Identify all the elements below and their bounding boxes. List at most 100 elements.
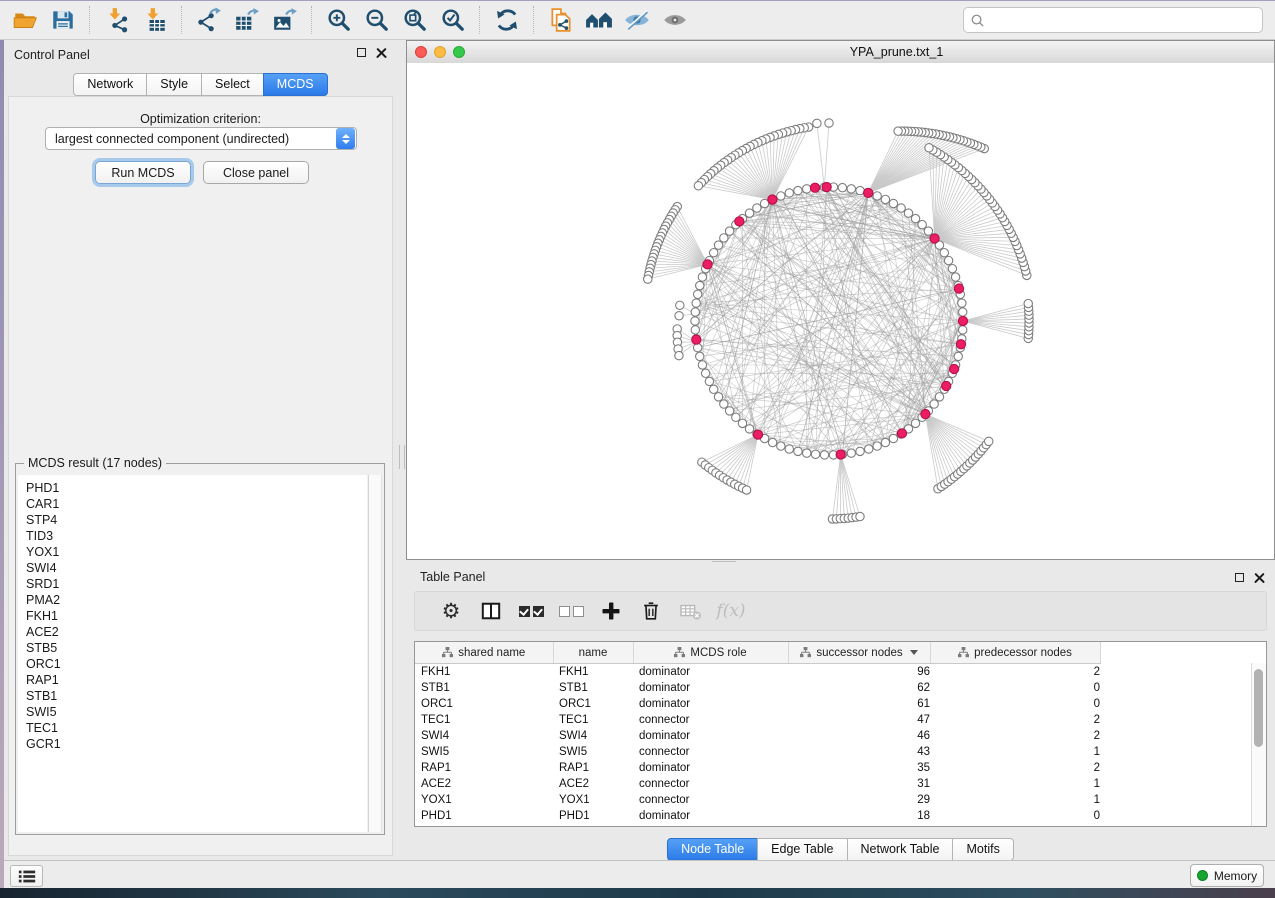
- graph-node[interactable]: [894, 127, 902, 135]
- table-row[interactable]: RAP1RAP1dominator352: [415, 760, 1266, 776]
- delete-table-button[interactable]: [671, 594, 711, 628]
- table-row[interactable]: SWI4SWI4dominator462: [415, 728, 1266, 744]
- graph-node[interactable]: [954, 352, 962, 360]
- refresh-button[interactable]: [488, 4, 526, 36]
- tab-mcds[interactable]: MCDS: [263, 73, 328, 96]
- graph-dominator-node[interactable]: [822, 182, 831, 191]
- deselect-all-button[interactable]: [551, 594, 591, 628]
- tab-network-table[interactable]: Network Table: [847, 838, 954, 861]
- graph-node[interactable]: [794, 447, 802, 455]
- tab-style[interactable]: Style: [146, 73, 202, 96]
- graph-node[interactable]: [745, 425, 753, 433]
- mcds-result-item[interactable]: FKH1: [18, 608, 367, 624]
- graph-node[interactable]: [710, 249, 718, 257]
- export-table-button[interactable]: [228, 4, 266, 36]
- graph-dominator-node[interactable]: [810, 183, 819, 192]
- graph-node[interactable]: [944, 256, 952, 264]
- graph-node[interactable]: [675, 312, 683, 320]
- table-settings-button[interactable]: ⚙: [431, 594, 471, 628]
- graph-node[interactable]: [911, 214, 919, 222]
- graph-node[interactable]: [693, 343, 701, 351]
- select-all-button[interactable]: [511, 594, 551, 628]
- graph-node[interactable]: [768, 438, 776, 446]
- graph-node[interactable]: [897, 204, 905, 212]
- column-header-shared-name[interactable]: shared name: [415, 642, 553, 664]
- tab-network[interactable]: Network: [73, 73, 147, 96]
- tab-motifs[interactable]: Motifs: [952, 838, 1013, 861]
- graph-node[interactable]: [714, 241, 722, 249]
- graph-node[interactable]: [889, 199, 897, 207]
- graph-node[interactable]: [785, 189, 793, 197]
- graph-node[interactable]: [691, 308, 699, 316]
- network-canvas[interactable]: [407, 63, 1274, 559]
- graph-node[interactable]: [753, 204, 761, 212]
- column-header-name[interactable]: name: [553, 642, 633, 664]
- graph-node[interactable]: [794, 186, 802, 194]
- graph-node[interactable]: [813, 119, 821, 127]
- tab-select[interactable]: Select: [201, 73, 264, 96]
- column-header-predecessor-nodes[interactable]: predecessor nodes: [930, 642, 1100, 664]
- close-panel-button[interactable]: Close panel: [203, 161, 309, 184]
- mcds-result-item[interactable]: PMA2: [18, 592, 367, 608]
- export-network-button[interactable]: [190, 4, 228, 36]
- table-row[interactable]: SWI5SWI5connector431: [415, 744, 1266, 760]
- float-panel-icon[interactable]: [357, 48, 366, 57]
- graph-node[interactable]: [675, 351, 683, 359]
- graph-node[interactable]: [720, 400, 728, 408]
- graph-node[interactable]: [958, 299, 966, 307]
- graph-node[interactable]: [742, 486, 750, 494]
- add-column-button[interactable]: [591, 594, 631, 628]
- mcds-result-item[interactable]: RAP1: [18, 672, 367, 688]
- graph-node[interactable]: [691, 317, 699, 325]
- zoom-fit-button[interactable]: [396, 4, 434, 36]
- table-row[interactable]: FKH1FKH1dominator962: [415, 664, 1266, 681]
- mcds-result-list[interactable]: PHD1CAR1STP4TID3YOX1SWI4SRD1PMA2FKH1ACE2…: [18, 475, 367, 832]
- graph-node[interactable]: [985, 437, 993, 445]
- tab-node-table[interactable]: Node Table: [667, 838, 758, 861]
- table-row[interactable]: YOX1YOX1connector291: [415, 792, 1266, 808]
- graph-node[interactable]: [738, 419, 746, 427]
- graph-node[interactable]: [865, 445, 873, 453]
- graph-node[interactable]: [676, 301, 684, 309]
- graph-node[interactable]: [881, 195, 889, 203]
- column-header-successor-nodes[interactable]: successor nodes: [788, 642, 930, 664]
- task-history-button[interactable]: [10, 865, 43, 887]
- graph-node[interactable]: [1024, 299, 1032, 307]
- graph-dominator-node[interactable]: [930, 234, 939, 243]
- graph-node[interactable]: [710, 385, 718, 393]
- close-window-icon[interactable]: [415, 46, 427, 58]
- table-row[interactable]: ORC1ORC1dominator610: [415, 696, 1266, 712]
- graph-node[interactable]: [701, 369, 709, 377]
- table-row[interactable]: STB1STB1dominator620: [415, 680, 1266, 696]
- graph-node[interactable]: [918, 220, 926, 228]
- export-image-button[interactable]: [266, 4, 304, 36]
- graph-node[interactable]: [732, 413, 740, 421]
- zoom-selected-button[interactable]: [434, 4, 472, 36]
- graph-node[interactable]: [745, 209, 753, 217]
- minimize-window-icon[interactable]: [434, 46, 446, 58]
- graph-node[interactable]: [873, 192, 881, 200]
- table-scrollbar[interactable]: [1251, 663, 1266, 826]
- graph-node[interactable]: [698, 273, 706, 281]
- graph-node[interactable]: [847, 185, 855, 193]
- mcds-result-item[interactable]: SWI4: [18, 560, 367, 576]
- mcds-result-item[interactable]: SRD1: [18, 576, 367, 592]
- first-neighbors-button[interactable]: [580, 4, 618, 36]
- graph-node[interactable]: [705, 377, 713, 385]
- show-all-button[interactable]: [656, 4, 694, 36]
- graph-node[interactable]: [693, 290, 701, 298]
- graph-dominator-node[interactable]: [949, 364, 958, 373]
- graph-node[interactable]: [847, 449, 855, 457]
- split-columns-button[interactable]: [471, 594, 511, 628]
- graph-node[interactable]: [644, 275, 652, 283]
- zoom-in-button[interactable]: [320, 4, 358, 36]
- mcds-result-item[interactable]: SWI5: [18, 704, 367, 720]
- float-panel-icon[interactable]: [1235, 573, 1244, 582]
- graph-dominator-node[interactable]: [735, 217, 744, 226]
- graph-node[interactable]: [725, 407, 733, 415]
- graph-node[interactable]: [889, 434, 897, 442]
- graph-node[interactable]: [935, 393, 943, 401]
- graph-node[interactable]: [725, 227, 733, 235]
- mcds-result-item[interactable]: PHD1: [18, 480, 367, 496]
- graph-dominator-node[interactable]: [703, 260, 712, 269]
